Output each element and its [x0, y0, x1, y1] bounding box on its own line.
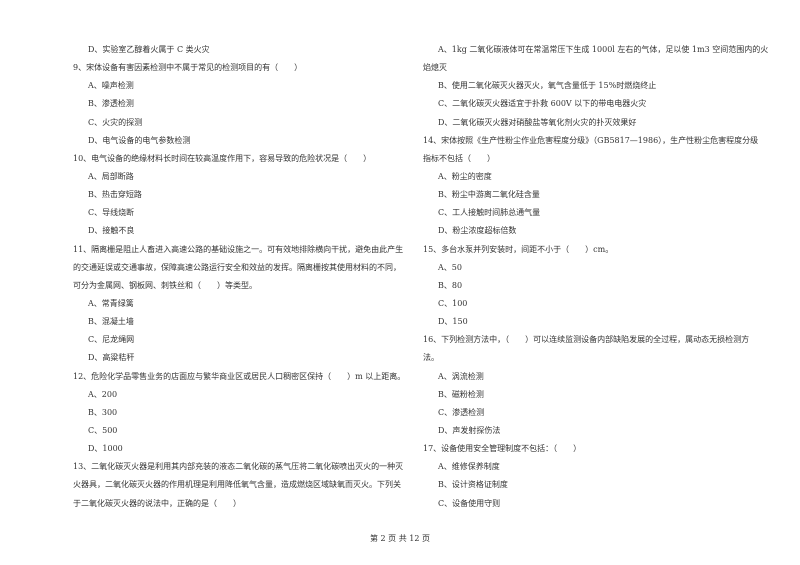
- answer-option: D、高粱秸秆: [88, 353, 135, 363]
- answer-option: D、1000: [88, 444, 123, 454]
- answer-option: C、500: [88, 425, 118, 435]
- answer-option: A、噪声检测: [88, 81, 134, 91]
- answer-option: C、火灾的探测: [88, 117, 143, 127]
- page-number: 第 2 页 共 12 页: [370, 534, 430, 543]
- answer-option: C、尼龙绳网: [88, 335, 135, 345]
- answer-option: A、局部断路: [88, 171, 134, 181]
- answer-option: B、300: [88, 407, 118, 417]
- answer-option: B、粉尘中游离二氧化硅含量: [438, 190, 540, 200]
- question-text-line: 14、宋体按照《生产性粉尘作业危害程度分级》（GB5817—1986），生产性粉…: [423, 135, 759, 145]
- question-text-line: 15、多台水泵并列安装时，间距不小于（ ）cm。: [423, 244, 614, 254]
- answer-option: A、200: [88, 389, 118, 399]
- answer-option: D、150: [438, 317, 468, 327]
- answer-option: C、工人接触时间肺总通气量: [438, 208, 541, 218]
- question-text-line: 12、危险化学品零售业务的店面应与繁华商业区或居民人口稠密区保持（ ）m 以上距…: [73, 371, 406, 381]
- answer-option: C、设备使用守则: [438, 498, 501, 508]
- answer-option: A、维修保养制度: [438, 462, 500, 472]
- question-text-line: 火器具，二氧化碳灭火器的作用机理是利用降低氧气含量，造成燃烧区域缺氧而灭火。下列…: [73, 480, 401, 490]
- answer-option: D、声发射探伤法: [438, 425, 501, 435]
- answer-option: B、渗透检测: [88, 99, 134, 109]
- question-text-line: 法。: [423, 353, 439, 363]
- question-text-line: 于二氧化碳灭火器的说法中，正确的是（ ）: [73, 498, 241, 508]
- question-text-line: 13、二氧化碳灭火器是利用其内部充装的液态二氧化碳的蒸气压将二氧化碳喷出灭火的一…: [73, 462, 404, 472]
- answer-option: A、50: [438, 262, 462, 272]
- question-text-line: 17、设备使用安全管理制度不包括：（ ）: [423, 444, 582, 454]
- answer-option: C、渗透检测: [438, 407, 485, 417]
- answer-option: D、粉尘浓度超标倍数: [438, 226, 517, 236]
- answer-option: B、磁粉检测: [438, 389, 484, 399]
- answer-option: D、接触不良: [88, 226, 135, 236]
- answer-option: B、设计资格证制度: [438, 480, 508, 490]
- answer-option: C、导线烧断: [88, 208, 135, 218]
- question-text-line: 指标不包括（ ）: [423, 153, 495, 163]
- answer-option: D、实验室乙醇着火属于 C 类火灾: [88, 45, 210, 54]
- answer-option: D、电气设备的电气参数检测: [88, 135, 191, 145]
- answer-option: A、常青绿篱: [88, 298, 134, 308]
- answer-option: B、80: [438, 280, 463, 290]
- answer-option: B、热击穿短路: [88, 190, 142, 200]
- question-text-line: 的交通延误或交通事故，保障高速公路运行安全和效益的发挥。隔离栅按其使用材料的不同…: [73, 262, 401, 272]
- answer-option: A、粉尘的密度: [438, 171, 492, 181]
- question-text-line: 9、宋体设备有害因素检测中不属于常见的检测项目的有（ ）: [73, 63, 303, 73]
- question-text-line: 10、电气设备的绝缘材料长时间在较高温度作用下，容易导致的危险状况是（ ）: [73, 153, 372, 163]
- answer-option: B、使用二氧化碳灭火器灭火，氧气含量低于 15%时燃烧终止: [438, 81, 657, 91]
- answer-option: D、二氧化碳灭火器对硝酸盐等氧化剂火灾的扑灭效果好: [438, 117, 637, 127]
- question-text-line: 焰熄灭: [423, 63, 447, 73]
- left-column: D、实验室乙醇着火属于 C 类火灾 9、宋体设备有害因素检测中不属于常见的检测项目…: [73, 41, 406, 513]
- question-text-line: 16、下列检测方法中，（ ）可以连续监测设备内部缺陷发展的全过程，属动态无损检测…: [423, 335, 750, 345]
- answer-option: A、涡流检测: [438, 371, 484, 381]
- right-column: A、1kg 二氧化碳液体可在常温常压下生成 1000l 左右的气体，足以使 1m…: [423, 41, 769, 513]
- answer-option: A、1kg 二氧化碳液体可在常温常压下生成 1000l 左右的气体，足以使 1m…: [438, 45, 769, 54]
- answer-option: C、100: [438, 298, 468, 308]
- answer-option: B、混凝土墙: [88, 317, 134, 327]
- answer-option: C、二氧化碳灭火器适宜于扑救 600V 以下的带电电器火灾: [438, 99, 647, 109]
- question-text-line: 11、隔离栅是阻止人畜进入高速公路的基础设施之一。可有效地排除横向干扰，避免由此…: [73, 244, 404, 254]
- question-text-line: 可分为金属网、钢板网、刺铁丝和（ ）等类型。: [73, 280, 257, 290]
